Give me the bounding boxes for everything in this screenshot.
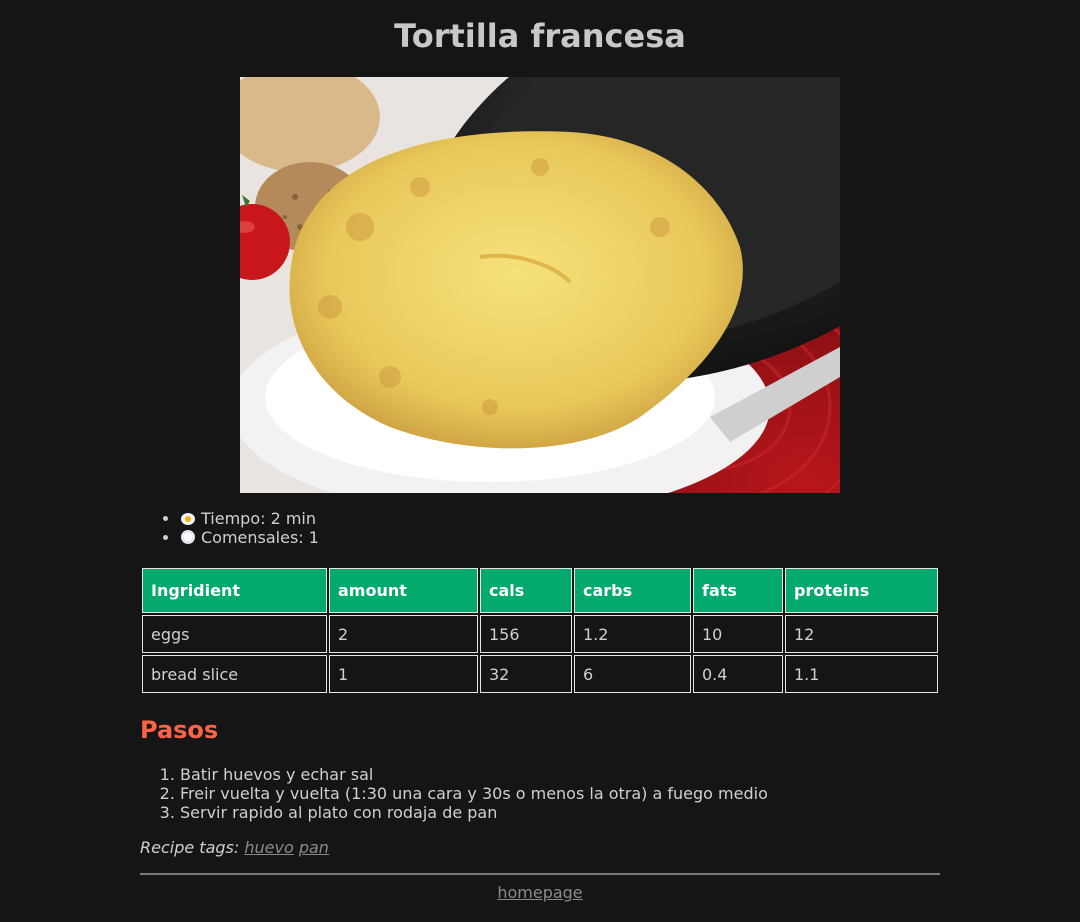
servings-label: Comensales: 1 bbox=[201, 528, 319, 547]
tag-link-huevo[interactable]: huevo bbox=[244, 838, 293, 857]
header-proteins: proteins bbox=[785, 568, 938, 613]
table-cell: 0.4 bbox=[693, 655, 783, 693]
table-cell: eggs bbox=[142, 615, 327, 653]
omelette-photo bbox=[240, 77, 840, 493]
recipe-info-list: Tiempo: 2 min Comensales: 1 bbox=[140, 509, 940, 547]
table-cell: 6 bbox=[574, 655, 691, 693]
page-title: Tortilla francesa bbox=[394, 17, 686, 55]
table-row: bread slice 1 32 6 0.4 1.1 bbox=[142, 655, 938, 693]
table-cell: 10 bbox=[693, 615, 783, 653]
time-label: Tiempo: 2 min bbox=[201, 509, 317, 528]
footer-divider bbox=[140, 873, 940, 875]
homepage-link[interactable]: homepage bbox=[497, 883, 582, 902]
step-item: Freir vuelta y vuelta (1:30 una cara y 3… bbox=[180, 784, 940, 803]
recipe-page: Tortilla francesa • Tiempo: 2 min • Come… bbox=[140, 0, 940, 902]
fried-egg-icon bbox=[181, 513, 195, 525]
table-header-row: Ingridient amount cals carbs fats protei… bbox=[142, 568, 938, 613]
table-row: eggs 2 156 1.2 10 12 bbox=[142, 615, 938, 653]
header-ingredient: Ingridient bbox=[142, 568, 327, 613]
tag-link-pan[interactable]: pan bbox=[299, 838, 329, 857]
header-fats: fats bbox=[693, 568, 783, 613]
table-cell: 1.1 bbox=[785, 655, 938, 693]
table-cell: 1 bbox=[329, 655, 478, 693]
recipe-tags: Recipe tags: huevo pan bbox=[140, 838, 940, 857]
step-item: Batir huevos y echar sal bbox=[180, 765, 940, 784]
header-carbs: carbs bbox=[574, 568, 691, 613]
step-item: Servir rapido al plato con rodaja de pan bbox=[180, 803, 940, 822]
header-cals: cals bbox=[480, 568, 572, 613]
plate-icon bbox=[181, 530, 195, 544]
tags-label: Recipe tags: bbox=[140, 838, 240, 857]
table-cell: 2 bbox=[329, 615, 478, 653]
table-cell: 156 bbox=[480, 615, 572, 653]
table-cell: 12 bbox=[785, 615, 938, 653]
footer: homepage bbox=[140, 883, 940, 902]
servings-item: Comensales: 1 bbox=[180, 528, 940, 547]
table-cell: 1.2 bbox=[574, 615, 691, 653]
steps-heading: Pasos bbox=[140, 716, 219, 744]
table-cell: 32 bbox=[480, 655, 572, 693]
header-amount: amount bbox=[329, 568, 478, 613]
ingredients-table: Ingridient amount cals carbs fats protei… bbox=[140, 566, 940, 695]
time-item: Tiempo: 2 min bbox=[180, 509, 940, 528]
steps-list: Batir huevos y echar sal Freir vuelta y … bbox=[140, 765, 940, 822]
table-cell: bread slice bbox=[142, 655, 327, 693]
